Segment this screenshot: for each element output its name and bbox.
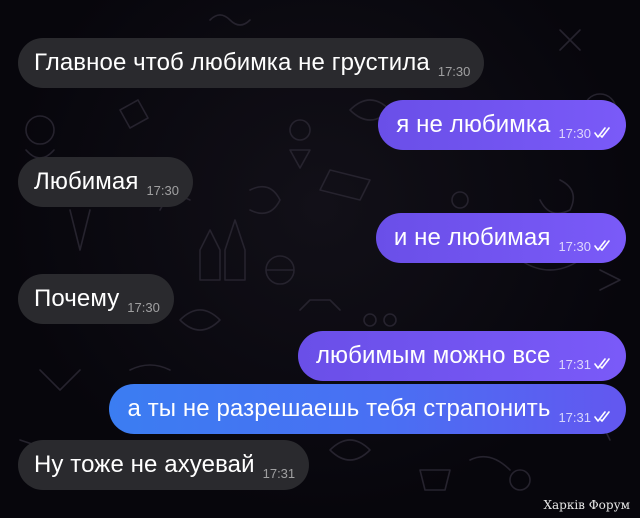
message-text: Почему [34, 285, 120, 312]
message-time: 17:30 [146, 182, 179, 198]
message-text: и не любимая [393, 224, 551, 251]
message-bubble-outgoing[interactable]: а ты не разрешаешь тебя страпонить 17:31 [109, 384, 626, 434]
message-bubble-outgoing[interactable]: и не любимая 17:30 [375, 213, 626, 263]
message-time: 17:31 [558, 356, 591, 372]
message-time: 17:31 [262, 465, 296, 481]
message-bubble-incoming[interactable]: Почему 17:30 [18, 274, 174, 324]
message-time: 17:30 [127, 299, 160, 315]
message-time: 17:31 [558, 409, 591, 425]
double-check-icon [594, 127, 610, 138]
message-text: Любимая [34, 168, 139, 195]
double-check-icon [594, 358, 610, 369]
double-check-icon [594, 411, 610, 422]
message-bubble-incoming[interactable]: Любимая 17:30 [18, 157, 193, 207]
message-text: а ты не разрешаешь тебя страпонить [127, 395, 551, 422]
message-bubble-incoming[interactable]: Ну тоже не ахуевай 17:31 [18, 440, 310, 490]
message-bubble-outgoing[interactable]: любимым можно все 17:31 [297, 331, 626, 381]
message-bubble-incoming[interactable]: Главное чтоб любимка не грустила 17:30 [18, 38, 485, 88]
message-time: 17:30 [437, 63, 471, 79]
message-time: 17:30 [558, 238, 591, 254]
message-text: любимым можно все [315, 342, 551, 369]
chat-area: Главное чтоб любимка не грустила 17:30 я… [0, 0, 640, 518]
watermark: Харків Форум [543, 498, 630, 512]
message-text: я не любимка [396, 111, 551, 138]
message-text: Ну тоже не ахуевай [34, 451, 255, 478]
message-text: Главное чтоб любимка не грустила [34, 49, 430, 76]
message-time: 17:30 [558, 125, 591, 141]
double-check-icon [594, 240, 610, 251]
message-bubble-outgoing[interactable]: я не любимка 17:30 [378, 100, 626, 150]
